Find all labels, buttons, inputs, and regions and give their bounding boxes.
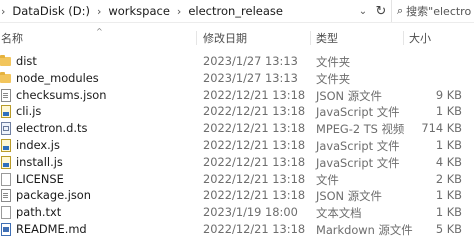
column-divider[interactable] (310, 31, 311, 45)
file-size: 2 KB (435, 171, 462, 186)
file-modified-date: 2023/1/27 13:13 (203, 54, 298, 68)
file-name[interactable]: node_modules (16, 71, 99, 85)
file-name[interactable]: cli.js (16, 104, 41, 118)
file-name[interactable]: install.js (16, 155, 63, 169)
text-file-icon (1, 206, 11, 220)
file-name[interactable]: LICENSE (16, 172, 64, 186)
file-modified-date: 2022/12/21 13:18 (203, 87, 306, 102)
file-modified-date: 2022/12/21 13:18 (203, 188, 306, 203)
file-row[interactable]: cli.js 2022/12/21 13:18 JavaScript 文件 1 KB (0, 103, 474, 120)
file-type: JSON 源文件 (316, 88, 382, 103)
breadcrumb-separator-icon[interactable]: › (0, 5, 12, 18)
file-modified-date: 2022/12/21 13:18 (203, 154, 306, 169)
file-list: dist 2023/1/27 13:13 文件夹 node_modules 2023/1… (0, 53, 474, 238)
json-file-icon (1, 189, 11, 203)
file-modified-date: 2022/12/21 13:18 (203, 121, 306, 136)
file-name[interactable]: package.json (16, 188, 91, 202)
file-row[interactable]: README.md 2022/12/21 13:18 Markdown 源文件 5 K… (0, 221, 474, 238)
breadcrumb-item-workspace[interactable]: workspace (108, 4, 170, 18)
file-size: 1 KB (435, 104, 462, 119)
file-size: 5 KB (435, 221, 462, 236)
markdown-file-icon (1, 222, 11, 236)
column-header-type[interactable]: 类型 (316, 30, 338, 46)
search-input[interactable]: ⌕ 搜索"electro (391, 0, 474, 22)
search-icon: ⌕ (397, 4, 404, 17)
folder-icon (0, 55, 11, 66)
file-icon (1, 172, 11, 186)
address-bar[interactable]: › DataDisk (D:) › workspace › electron_r… (0, 0, 474, 23)
file-row[interactable]: dist 2023/1/27 13:13 文件夹 (0, 53, 474, 70)
file-type: 文件夹 (316, 55, 351, 69)
breadcrumb[interactable]: › DataDisk (D:) › workspace › electron_r… (0, 0, 353, 22)
file-modified-date: 2022/12/21 13:18 (203, 137, 306, 152)
folder-icon (0, 71, 11, 83)
file-modified-date: 2023/1/19 18:00 (203, 205, 298, 220)
breadcrumb-item-electron-release[interactable]: electron_release (188, 4, 283, 18)
js-file-icon (1, 105, 11, 119)
ts-file-icon (1, 122, 11, 136)
file-type: 文件夹 (316, 71, 351, 86)
file-name[interactable]: electron.d.ts (16, 121, 87, 135)
search-placeholder: 搜索"electro (406, 5, 472, 18)
file-row[interactable]: checksums.json 2022/12/21 13:18 JSON 源文件 9 … (0, 87, 474, 104)
file-size: 9 KB (435, 87, 462, 102)
file-size: 1 KB (435, 137, 462, 152)
file-type: JavaScript 文件 (316, 138, 400, 153)
breadcrumb-separator-icon[interactable]: › (90, 5, 108, 18)
file-size: 1 KB (435, 205, 462, 220)
file-type: 文本文档 (316, 206, 362, 221)
breadcrumb-item-datadisk[interactable]: DataDisk (D:) (12, 4, 90, 18)
file-type: JavaScript 文件 (316, 105, 400, 120)
file-modified-date: 2023/1/27 13:13 (203, 70, 298, 85)
file-type: 文件 (316, 172, 339, 187)
file-row[interactable]: index.js 2022/12/21 13:18 JavaScript 文件 1 K… (0, 137, 474, 154)
column-divider[interactable] (196, 31, 197, 45)
column-header-date[interactable]: 修改日期 (203, 30, 247, 46)
address-history-dropdown-icon[interactable]: ⌄ (356, 3, 370, 19)
file-type: JSON 源文件 (316, 189, 382, 204)
file-type: Markdown 源文件 (316, 222, 413, 237)
file-name[interactable]: dist (16, 54, 37, 68)
file-modified-date: 2022/12/21 13:18 (203, 171, 306, 186)
file-size: 4 KB (435, 154, 462, 169)
file-row[interactable]: node_modules 2023/1/27 13:13 文件夹 (0, 70, 474, 87)
breadcrumb-separator-icon[interactable]: › (170, 5, 188, 18)
file-row[interactable]: install.js 2022/12/21 13:18 JavaScript 文件 4… (0, 154, 474, 171)
column-divider[interactable] (403, 31, 404, 45)
file-type: JavaScript 文件 (316, 155, 400, 170)
file-size: 714 KB (421, 121, 462, 136)
column-header-size[interactable]: 大小 (409, 30, 431, 46)
file-name[interactable]: checksums.json (16, 88, 106, 102)
file-row[interactable]: LICENSE 2022/12/21 13:18 文件 2 KB (0, 171, 474, 188)
column-header-name[interactable]: 名称 (1, 30, 23, 46)
file-type: MPEG-2 TS 视频 (316, 122, 405, 137)
file-row[interactable]: package.json 2022/12/21 13:18 JSON 源文件 1 KB (0, 187, 474, 204)
file-size: 1 KB (435, 188, 462, 203)
file-row[interactable]: electron.d.ts 2022/12/21 13:18 MPEG-2 TS 视… (0, 120, 474, 137)
js-file-icon (1, 138, 11, 152)
refresh-icon[interactable]: ↻ (373, 3, 389, 19)
js-file-icon (1, 155, 11, 169)
file-name[interactable]: path.txt (16, 205, 61, 219)
file-modified-date: 2022/12/21 13:18 (203, 221, 306, 236)
file-name[interactable]: README.md (16, 222, 87, 236)
file-row[interactable]: path.txt 2023/1/19 18:00 文本文档 1 KB (0, 204, 474, 221)
file-modified-date: 2022/12/21 13:18 (203, 104, 306, 119)
json-file-icon (1, 88, 11, 102)
file-name[interactable]: index.js (16, 138, 60, 152)
